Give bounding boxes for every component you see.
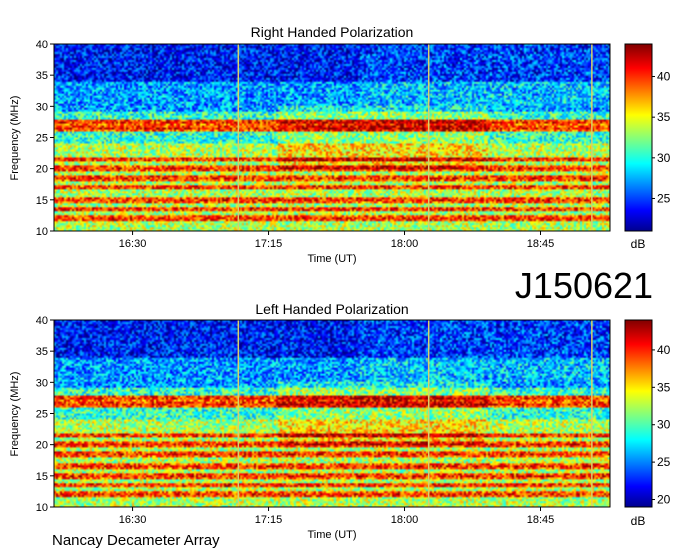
x-axis-label: Time (UT) [307,529,356,541]
y-axis-label: Frequency (MHz) [9,96,21,181]
y-tick-label: 40 [36,39,48,51]
y-tick-label: 20 [36,440,48,452]
colorbar-tick-label: 30 [657,151,671,165]
observatory-footer: Nancay Decameter Array [52,532,220,549]
y-tick-label: 35 [36,70,48,82]
y-tick-label: 40 [36,315,48,327]
spectrum-image [54,44,610,231]
event-id: J150621 [515,265,653,306]
y-tick-label: 25 [36,133,48,145]
y-tick-label: 30 [36,101,48,113]
colorbar [624,319,653,508]
colorbar-label: dB [631,237,646,251]
colorbar-tick-label: 30 [657,418,671,432]
y-tick-label: 10 [36,502,48,514]
x-tick-label: 16:30 [119,514,147,526]
colorbar-label: dB [631,514,646,528]
x-tick-label: 16:30 [119,238,147,250]
x-axis-label: Time (UT) [307,253,356,265]
dynamic-spectrum-figure: Right Handed Polarization 10 15 20 25 30 35 40… [9,24,671,549]
x-tick-label: 18:45 [527,514,555,526]
panel-left-polarization: Left Handed Polarization 10152025303540 … [9,301,671,541]
chart-title: Left Handed Polarization [255,301,408,317]
colorbar [624,43,653,232]
y-tick-label: 30 [36,377,48,389]
y-axis: 10 15 20 25 30 35 40 [36,39,54,238]
x-tick-label: 17:15 [255,238,283,250]
colorbar-tick-label: 35 [657,380,671,394]
colorbar-tick-label: 40 [657,70,671,84]
spectrum-image [54,320,610,507]
y-tick-label: 10 [36,226,48,238]
x-tick-label: 17:15 [255,514,283,526]
colorbar-tick-label: 25 [657,191,671,205]
y-tick-label: 20 [36,164,48,176]
y-axis-label: Frequency (MHz) [9,372,21,457]
heatmap-plot-area [54,320,610,507]
colorbar-tick-label: 20 [657,493,671,507]
colorbar-tick-label: 25 [657,455,671,469]
chart-title: Right Handed Polarization [251,24,414,40]
x-tick-label: 18:00 [391,238,419,250]
panel-right-polarization: Right Handed Polarization 10 15 20 25 30 35 40… [9,24,671,265]
x-tick-label: 18:00 [391,514,419,526]
colorbar-ticks: 25 30 35 40 [652,70,671,205]
y-tick-label: 35 [36,346,48,358]
x-axis: 16:30 17:15 18:00 18:45 [119,507,554,526]
y-tick-label: 15 [36,195,48,207]
x-axis: 16:30 17:15 18:00 18:45 [119,231,554,250]
x-tick-label: 18:45 [527,238,555,250]
y-tick-label: 25 [36,409,48,421]
heatmap-plot-area [54,44,610,231]
y-tick-label: 15 [36,471,48,483]
colorbar-tick-label: 35 [657,110,671,124]
colorbar-ticks: 20 25 30 35 40 [652,343,671,507]
colorbar-tick-label: 40 [657,343,671,357]
y-axis: 10 15 20 25 30 35 40 [36,315,54,514]
